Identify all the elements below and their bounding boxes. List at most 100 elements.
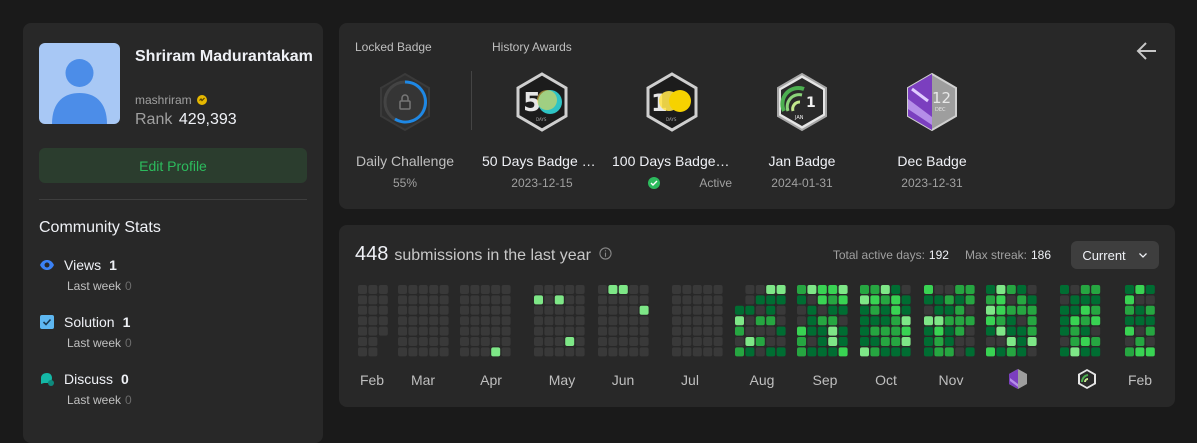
heatmap-cell[interactable] xyxy=(629,316,639,326)
heatmap-cell[interactable] xyxy=(544,326,554,336)
heatmap-cell[interactable] xyxy=(776,316,786,326)
heatmap-cell[interactable] xyxy=(880,326,890,336)
heatmap-cell[interactable] xyxy=(608,326,618,336)
heatmap-cell[interactable] xyxy=(408,285,418,294)
avatar[interactable] xyxy=(39,43,120,124)
heatmap-cell[interactable] xyxy=(934,285,944,294)
heatmap-cell[interactable] xyxy=(408,316,418,326)
heatmap-cell[interactable] xyxy=(358,285,367,294)
heatmap-cell[interactable] xyxy=(575,326,585,336)
heatmap-cell[interactable] xyxy=(901,316,911,326)
heatmap-cell[interactable] xyxy=(1070,326,1080,336)
heatmap-cell[interactable] xyxy=(565,305,575,315)
heatmap-cell[interactable] xyxy=(418,337,428,346)
heatmap-cell[interactable] xyxy=(1135,285,1145,294)
heatmap-cell[interactable] xyxy=(639,295,649,305)
heatmap-cell[interactable] xyxy=(418,285,428,294)
heatmap-cell[interactable] xyxy=(1060,326,1069,336)
heatmap-cell[interactable] xyxy=(1135,337,1145,346)
heatmap-cell[interactable] xyxy=(480,295,490,305)
heatmap-cell[interactable] xyxy=(1125,337,1134,346)
heatmap-cell[interactable] xyxy=(554,337,564,346)
heatmap-cell[interactable] xyxy=(860,337,869,346)
heatmap-cell[interactable] xyxy=(672,316,681,326)
heatmap-cell[interactable] xyxy=(986,316,995,326)
heatmap-cell[interactable] xyxy=(418,347,428,357)
heatmap-cell[interactable] xyxy=(860,305,869,315)
heatmap-cell[interactable] xyxy=(1006,337,1016,346)
heatmap-cell[interactable] xyxy=(703,285,713,294)
heatmap-cell[interactable] xyxy=(1017,347,1027,357)
heatmap-cell[interactable] xyxy=(491,347,501,357)
heatmap-cell[interactable] xyxy=(408,347,418,357)
heatmap-cell[interactable] xyxy=(575,337,585,346)
heatmap-cell[interactable] xyxy=(501,305,511,315)
heatmap-cell[interactable] xyxy=(682,337,692,346)
heatmap-cell[interactable] xyxy=(1080,347,1090,357)
heatmap-cell[interactable] xyxy=(870,347,880,357)
heatmap-cell[interactable] xyxy=(554,316,564,326)
heatmap-cell[interactable] xyxy=(368,326,378,336)
heatmap-cell[interactable] xyxy=(901,295,911,305)
heatmap-cell[interactable] xyxy=(480,326,490,336)
heatmap-cell[interactable] xyxy=(880,337,890,346)
heatmap-cell[interactable] xyxy=(639,326,649,336)
heatmap-cell[interactable] xyxy=(870,337,880,346)
heatmap-cell[interactable] xyxy=(398,347,407,357)
heatmap-cell[interactable] xyxy=(703,326,713,336)
heatmap-cell[interactable] xyxy=(1006,285,1016,294)
heatmap-cell[interactable] xyxy=(1145,285,1155,294)
heatmap-cell[interactable] xyxy=(598,326,607,336)
heatmap-cell[interactable] xyxy=(629,326,639,336)
heatmap-cell[interactable] xyxy=(1135,326,1145,336)
heatmap-cell[interactable] xyxy=(965,295,975,305)
heatmap-cell[interactable] xyxy=(807,305,817,315)
heatmap-cell[interactable] xyxy=(491,326,501,336)
heatmap-cell[interactable] xyxy=(838,326,848,336)
heatmap-cell[interactable] xyxy=(544,347,554,357)
heatmap-cell[interactable] xyxy=(554,305,564,315)
heatmap-cell[interactable] xyxy=(735,347,744,357)
heatmap-cell[interactable] xyxy=(1017,305,1027,315)
heatmap-cell[interactable] xyxy=(598,316,607,326)
heatmap-cell[interactable] xyxy=(934,326,944,336)
heatmap-cell[interactable] xyxy=(1091,347,1101,357)
heatmap-cell[interactable] xyxy=(817,295,827,305)
heatmap-cell[interactable] xyxy=(554,326,564,336)
heatmap-cell[interactable] xyxy=(755,326,765,336)
heatmap-cell[interactable] xyxy=(797,305,806,315)
heatmap-cell[interactable] xyxy=(672,347,681,357)
heatmap-cell[interactable] xyxy=(1080,316,1090,326)
heatmap-cell[interactable] xyxy=(807,347,817,357)
heatmap-cell[interactable] xyxy=(470,337,480,346)
heatmap-cell[interactable] xyxy=(924,347,933,357)
heatmap-cell[interactable] xyxy=(429,305,439,315)
heatmap-cell[interactable] xyxy=(996,326,1006,336)
heatmap-cell[interactable] xyxy=(745,305,755,315)
heatmap-cell[interactable] xyxy=(713,347,723,357)
heatmap-cell[interactable] xyxy=(776,285,786,294)
badge-dec[interactable]: 12 DEC Dec Badge 2023-12-31 xyxy=(872,71,992,190)
heatmap-cell[interactable] xyxy=(358,305,367,315)
heatmap-cell[interactable] xyxy=(358,326,367,336)
heatmap-cell[interactable] xyxy=(807,285,817,294)
heatmap-cell[interactable] xyxy=(368,305,378,315)
heatmap-cell[interactable] xyxy=(1080,337,1090,346)
heatmap-cell[interactable] xyxy=(1017,295,1027,305)
heatmap-cell[interactable] xyxy=(544,316,554,326)
heatmap-cell[interactable] xyxy=(618,295,628,305)
heatmap-cell[interactable] xyxy=(807,316,817,326)
heatmap-cell[interactable] xyxy=(870,305,880,315)
heatmap-cell[interactable] xyxy=(838,316,848,326)
heatmap-cell[interactable] xyxy=(672,295,681,305)
heatmap-cell[interactable] xyxy=(575,347,585,357)
heatmap-cell[interactable] xyxy=(1027,295,1037,305)
heatmap-cell[interactable] xyxy=(817,305,827,315)
heatmap-cell[interactable] xyxy=(766,337,776,346)
heatmap-cell[interactable] xyxy=(565,316,575,326)
heatmap-cell[interactable] xyxy=(713,316,723,326)
heatmap-cell[interactable] xyxy=(776,305,786,315)
heatmap-cell[interactable] xyxy=(429,295,439,305)
heatmap-cell[interactable] xyxy=(358,316,367,326)
heatmap-cell[interactable] xyxy=(501,347,511,357)
